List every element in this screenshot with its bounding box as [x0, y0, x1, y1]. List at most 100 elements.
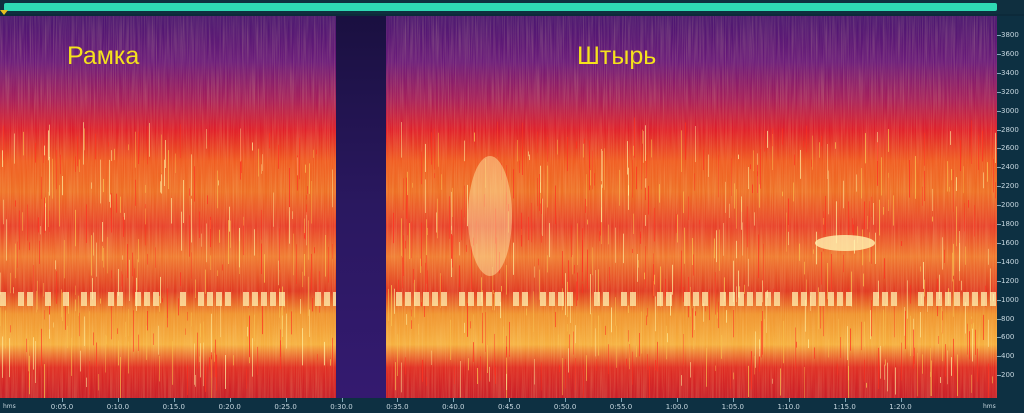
spectrum-streak — [513, 169, 514, 199]
spectrum-streak — [733, 372, 734, 380]
harmonic-band-segment — [747, 292, 753, 306]
spectrum-streak — [67, 325, 68, 349]
spectrum-streak — [138, 334, 139, 351]
spectrum-streak — [14, 133, 15, 164]
spectrum-streak — [319, 271, 320, 313]
spectrum-streak — [715, 365, 716, 371]
spectrum-streak — [828, 339, 829, 358]
spectrum-streak — [388, 288, 389, 322]
spectrum-streak — [29, 242, 30, 251]
spectrum-streak — [602, 150, 603, 188]
spectrum-streak — [49, 124, 50, 159]
spectrum-streak — [100, 159, 101, 204]
spectrum-streak — [205, 269, 206, 294]
spectrum-streak — [601, 148, 602, 182]
spectrum-streak — [856, 174, 857, 192]
time-axis[interactable]: hms hms 0:05.0 0:10.0 0:15.0 0:20.0 0:25.0 0:… — [0, 398, 1024, 413]
spectrum-streak — [314, 247, 315, 254]
spectrum-streak — [297, 157, 298, 176]
harmonic-band-segment — [216, 292, 222, 306]
spectrum-streak — [426, 377, 427, 386]
spectrum-streak — [827, 143, 828, 179]
spectrum-streak — [91, 182, 92, 189]
spectrum-streak — [655, 296, 656, 332]
spectrum-streak — [62, 292, 63, 322]
harmonic-band-segment — [765, 292, 771, 306]
spectrum-streak — [904, 306, 905, 336]
spectrum-streak — [945, 344, 946, 377]
spectrum-streak — [640, 231, 641, 244]
spectrum-streak — [953, 169, 954, 212]
spectrum-streak — [574, 264, 575, 274]
spectrum-streak — [406, 314, 407, 325]
spectrum-streak — [41, 176, 42, 200]
spectrum-streak — [332, 169, 333, 208]
spectrogram-view[interactable] — [0, 16, 997, 398]
spectrum-streak — [567, 324, 568, 332]
time-unit-left: hms — [3, 403, 16, 410]
harmonic-band-segment — [981, 292, 987, 306]
spectrum-streak — [467, 303, 468, 337]
spectrum-streak — [261, 164, 262, 174]
spectrum-streak — [39, 240, 40, 264]
spectrum-streak — [971, 120, 972, 164]
spectrum-streak — [821, 251, 822, 285]
spectrum-streak — [118, 268, 119, 296]
time-tick — [621, 398, 622, 402]
harmonic-band-segment — [396, 292, 402, 306]
spectrum-streak — [437, 198, 438, 239]
playhead-marker-icon[interactable] — [0, 10, 8, 15]
spectrum-streak — [305, 164, 306, 173]
harmonic-band-segment — [810, 292, 816, 306]
spectrum-streak — [782, 128, 783, 145]
spectrum-streak — [49, 314, 50, 339]
spectrum-streak — [893, 195, 894, 226]
spectrum-streak — [108, 141, 109, 147]
spectrum-streak — [187, 365, 188, 395]
spectrum-streak — [194, 343, 195, 385]
spectrum-streak — [467, 184, 468, 227]
spectrum-streak — [827, 262, 828, 300]
spectrum-streak — [468, 358, 469, 371]
spectrum-streak — [471, 246, 472, 290]
spectrum-streak — [75, 299, 76, 312]
spectrum-streak — [62, 175, 63, 196]
spectrum-streak — [41, 328, 42, 367]
spectrum-streak — [681, 250, 682, 290]
spectrum-streak — [645, 125, 646, 161]
time-tick-label: 0:45.0 — [497, 403, 521, 411]
spectrum-streak — [168, 150, 169, 190]
spectrum-streak — [639, 332, 640, 357]
spectrum-streak — [291, 311, 292, 335]
spectrum-streak — [407, 171, 408, 196]
horizontal-scrollbar[interactable] — [4, 3, 997, 11]
spectrum-streak — [642, 129, 643, 144]
spectrum-streak — [828, 170, 829, 215]
freq-tick-label: 3000 — [1001, 106, 1019, 115]
harmonic-band-segment — [486, 292, 492, 306]
spectrum-streak — [628, 330, 629, 342]
spectrum-streak — [938, 335, 939, 344]
spectrum-streak — [93, 249, 94, 254]
time-tick-label: 0:50.0 — [553, 403, 577, 411]
spectrum-streak — [9, 338, 10, 378]
spectrum-streak — [249, 315, 250, 359]
spectrum-streak — [600, 222, 601, 236]
time-tick — [285, 398, 287, 402]
spectrum-streak — [804, 261, 805, 275]
spectrum-streak — [123, 216, 124, 237]
spectrum-streak — [764, 130, 765, 152]
label-shtyr: Штырь — [577, 42, 657, 70]
spectrum-streak — [528, 151, 529, 157]
harmonic-band-segment — [405, 292, 411, 306]
spectrum-streak — [332, 337, 333, 363]
spectrum-streak — [555, 311, 556, 328]
spectrum-streak — [145, 184, 146, 193]
spectrum-streak — [470, 321, 471, 329]
spectrum-streak — [940, 377, 941, 384]
spectrum-streak — [129, 259, 130, 301]
spectrum-streak — [757, 164, 758, 194]
spectrum-streak — [647, 354, 648, 371]
spectrum-streak — [534, 266, 535, 278]
spectrum-streak — [138, 131, 139, 164]
